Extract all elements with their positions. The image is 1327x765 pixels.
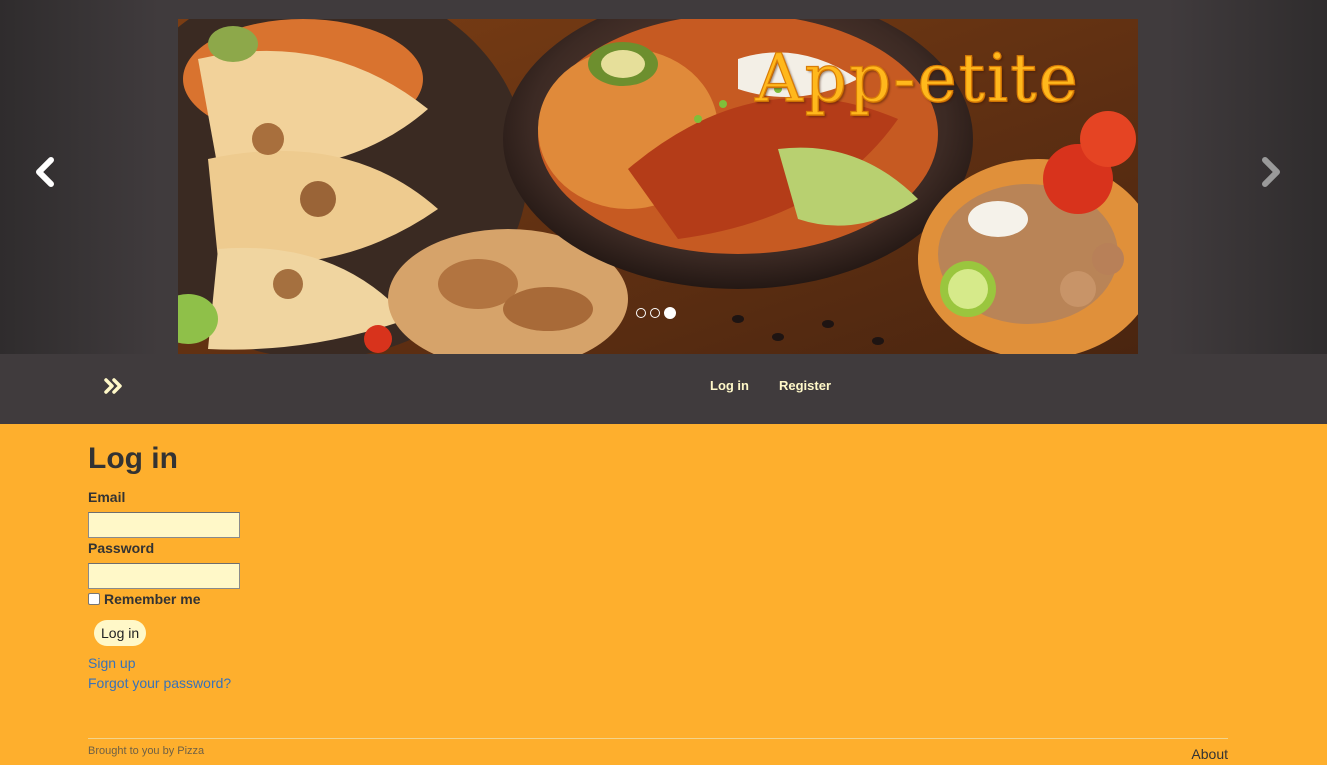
carousel-indicator-1[interactable]	[636, 308, 646, 318]
login-submit-button[interactable]: Log in	[94, 620, 147, 646]
remember-me-label: Remember me	[104, 591, 201, 607]
signup-link[interactable]: Sign up	[88, 655, 135, 671]
carousel-indicator-3[interactable]	[664, 307, 676, 319]
email-label: Email	[88, 489, 126, 505]
carousel-next-button[interactable]	[1252, 150, 1292, 198]
chevron-left-icon	[33, 156, 55, 192]
brand-title: App-etite	[754, 39, 1080, 117]
remember-me-checkbox[interactable]	[88, 593, 100, 605]
carousel-prev-button[interactable]	[24, 150, 64, 198]
footer-divider	[88, 738, 1228, 739]
navbar: Log in Register	[0, 354, 1327, 424]
chevron-right-icon	[1261, 156, 1283, 192]
nav-links: Log in Register	[710, 378, 831, 393]
carousel-indicator-2[interactable]	[650, 308, 660, 318]
hero-carousel: App-etite	[0, 0, 1327, 354]
nav-link-register[interactable]: Register	[779, 378, 831, 393]
nav-link-login[interactable]: Log in	[710, 378, 749, 393]
email-field[interactable]	[88, 512, 240, 538]
footer-credit: Brought to you by Pizza	[88, 745, 205, 757]
page-title: Log in	[88, 442, 178, 475]
password-label: Password	[88, 540, 155, 556]
carousel-indicators	[636, 307, 676, 319]
forgot-password-link[interactable]: Forgot your password?	[88, 675, 231, 691]
double-chevron-right-icon	[104, 377, 124, 399]
nav-toggle-button[interactable]	[102, 376, 126, 400]
footer-about-link[interactable]: About	[1191, 746, 1228, 762]
password-field[interactable]	[88, 563, 240, 589]
remember-me-row: Remember me	[88, 591, 201, 607]
